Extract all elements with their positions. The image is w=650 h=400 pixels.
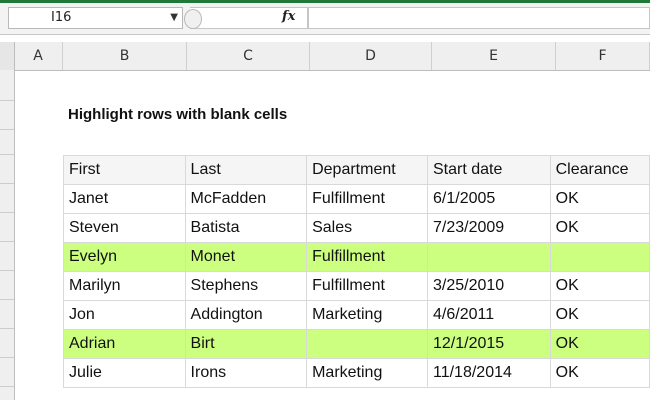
cell-start-date[interactable]: 4/6/2011 [427,300,551,330]
cell-last[interactable]: Batista [184,213,308,243]
row-divider [0,183,14,184]
cell-last[interactable]: McFadden [184,184,308,214]
formula-bar-divider-icon [184,9,202,29]
header-first[interactable]: First [63,155,186,185]
row-divider [0,212,14,213]
table-body: Janet McFadden Fulfillment 6/1/2005 OK Steven… [63,184,650,388]
cell-first[interactable]: Jon [63,300,186,330]
row-divider [0,357,14,358]
table-row: Janet McFadden Fulfillment 6/1/2005 OK [63,184,650,214]
cell-clearance[interactable]: OK [549,329,650,359]
column-headers: A B C D E F [0,42,650,71]
cell-first[interactable]: Evelyn [63,242,186,272]
header-clearance[interactable]: Clearance [549,155,650,185]
cell-first[interactable]: Steven [63,213,186,243]
cell-department[interactable]: Fulfillment [306,271,428,301]
row-divider [0,100,14,101]
cell-last[interactable]: Irons [184,358,308,388]
table-row: Julie Irons Marketing 11/18/2014 OK [63,358,650,388]
column-header-f[interactable]: F [556,42,650,70]
cell-department[interactable]: Fulfillment [306,184,428,214]
cell-start-date[interactable]: 7/23/2009 [427,213,551,243]
cell-clearance[interactable]: OK [549,358,650,388]
cell-last[interactable]: Birt [184,329,308,359]
cell-department[interactable]: Fulfillment [306,242,428,272]
row-divider [0,386,14,387]
cell-start-date[interactable]: 11/18/2014 [427,358,551,388]
formula-bar: I16 ▼ fx [0,3,650,35]
row-divider [0,328,14,329]
cell-department[interactable]: Marketing [306,300,428,330]
insert-function-icon[interactable]: fx [282,9,295,24]
table-row: Jon Addington Marketing 4/6/2011 OK [63,300,650,330]
header-row: First Last Department Start date Clearan… [63,155,650,185]
cell-first[interactable]: Marilyn [63,271,186,301]
cell-start-date[interactable] [427,242,551,272]
formula-buttons: fx [184,7,308,29]
header-start-date[interactable]: Start date [427,155,551,185]
column-header-a[interactable]: A [14,42,63,70]
cell-first[interactable]: Janet [63,184,186,214]
cell-department[interactable] [306,329,428,359]
cell-last[interactable]: Monet [184,242,308,272]
cell-clearance[interactable]: OK [549,184,650,214]
row-headers [0,70,15,400]
row-divider [0,270,14,271]
name-box-value: I16 [51,10,72,25]
name-box[interactable]: I16 ▼ [8,7,183,29]
row-divider [0,241,14,242]
cell-department[interactable]: Marketing [306,358,428,388]
table-row: Adrian Birt 12/1/2015 OK [63,329,650,359]
column-header-c[interactable]: C [187,42,310,70]
cell-clearance[interactable]: OK [549,271,650,301]
cell-first[interactable]: Adrian [63,329,186,359]
cell-clearance[interactable] [549,242,650,272]
formula-input[interactable] [308,7,650,29]
cell-first[interactable]: Julie [63,358,186,388]
cell-clearance[interactable]: OK [549,213,650,243]
header-department[interactable]: Department [306,155,428,185]
column-header-b[interactable]: B [63,42,187,70]
row-divider [0,129,14,130]
header-last[interactable]: Last [184,155,308,185]
cell-start-date[interactable]: 12/1/2015 [427,329,551,359]
table-row: Evelyn Monet Fulfillment [63,242,650,272]
name-box-dropdown-icon[interactable]: ▼ [170,8,178,28]
row-divider [0,299,14,300]
table-row: Steven Batista Sales 7/23/2009 OK [63,213,650,243]
cell-start-date[interactable]: 6/1/2005 [427,184,551,214]
row-divider [0,154,14,155]
cell-department[interactable]: Sales [306,213,428,243]
table-row: Marilyn Stephens Fulfillment 3/25/2010 OK [63,271,650,301]
data-table: First Last Department Start date Clearan… [63,155,650,388]
cell-last[interactable]: Stephens [184,271,308,301]
cell-start-date[interactable]: 3/25/2010 [427,271,551,301]
sheet-title: Highlight rows with blank cells [68,106,288,123]
cell-clearance[interactable]: OK [549,300,650,330]
column-header-e[interactable]: E [432,42,556,70]
cell-last[interactable]: Addington [184,300,308,330]
column-header-d[interactable]: D [310,42,432,70]
select-all-corner[interactable] [0,42,15,70]
